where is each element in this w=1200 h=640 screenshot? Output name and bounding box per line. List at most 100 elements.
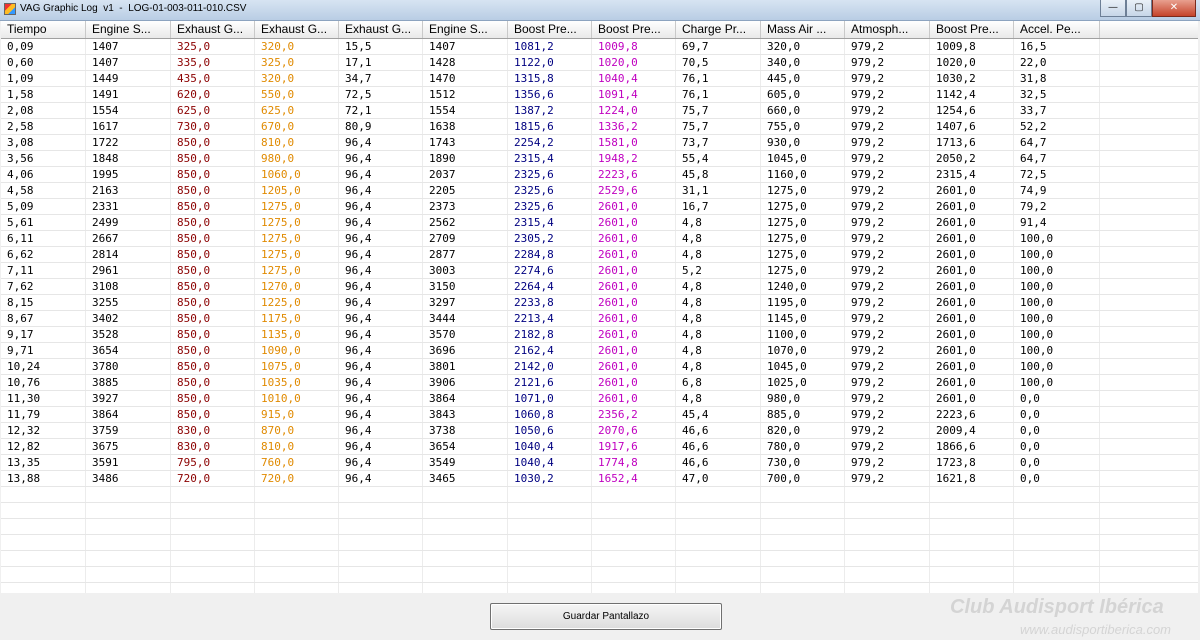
- table-row[interactable]: 11,30 3927 850,0 1010,0 96,4 3864 1071,0 2601,0…: [1, 391, 1198, 407]
- table-row[interactable]: 12,32 3759 830,0 870,0 96,4 3738 1050,6 2070,6 4…: [1, 423, 1198, 439]
- table-cell: 3801: [429, 360, 456, 373]
- table-row[interactable]: 8,15 3255 850,0 1225,0 96,4 3297 2233,8 2601,0 4…: [1, 295, 1198, 311]
- table-cell: 605,0: [767, 88, 801, 101]
- column-header[interactable]: Engine S...: [86, 21, 171, 38]
- table-row[interactable]: 3,08 1722 850,0 810,0 96,4 1743 2254,2 1581,0 73…: [1, 135, 1198, 151]
- table-cell: 979,2: [851, 72, 885, 85]
- table-row[interactable]: 10,76 3885 850,0 1035,0 96,4 3906 2121,6 2601,0…: [1, 375, 1198, 391]
- table-cell: 1009,8: [598, 40, 638, 53]
- table-cell: 6,11: [7, 232, 34, 245]
- table-cell: 1652,4: [598, 472, 638, 485]
- table-cell: 46,6: [682, 456, 709, 469]
- table-cell: 1449: [92, 72, 119, 85]
- table-cell: 1145,0: [767, 312, 807, 325]
- table-cell: 2274,6: [514, 264, 554, 277]
- table-cell: 4,8: [682, 344, 702, 357]
- table-cell: 2601,0: [598, 280, 638, 293]
- table-cell: 2601,0: [598, 200, 638, 213]
- table-cell: 1713,6: [936, 136, 976, 149]
- column-header[interactable]: Accel. Pe...: [1014, 21, 1100, 38]
- column-header[interactable]: Exhaust G...: [255, 21, 339, 38]
- table-row[interactable]: 6,62 2814 850,0 1275,0 96,4 2877 2284,8 2601,0 4…: [1, 247, 1198, 263]
- table-row[interactable]: 6,11 2667 850,0 1275,0 96,4 2709 2305,2 2601,0 4…: [1, 231, 1198, 247]
- log-data-grid[interactable]: Tiempo Engine S... Exhaust G... Exhaust G..…: [1, 21, 1198, 593]
- table-row[interactable]: 2,58 1617 730,0 670,0 80,9 1638 1815,6 1336,2 75…: [1, 119, 1198, 135]
- column-header[interactable]: Engine S...: [423, 21, 508, 38]
- table-cell: 2667: [92, 232, 119, 245]
- table-row[interactable]: 10,24 3780 850,0 1075,0 96,4 3801 2142,0 2601,0…: [1, 359, 1198, 375]
- column-header[interactable]: Boost Pre...: [930, 21, 1014, 38]
- table-row[interactable]: 4,06 1995 850,0 1060,0 96,4 2037 2325,6 2223,6 4…: [1, 167, 1198, 183]
- table-row[interactable]: 9,71 3654 850,0 1090,0 96,4 3696 2162,4 2601,0 4…: [1, 343, 1198, 359]
- close-button[interactable]: ✕: [1152, 0, 1196, 17]
- table-cell: 1407: [429, 40, 456, 53]
- table-cell: 2121,6: [514, 376, 554, 389]
- table-cell: 979,2: [851, 440, 885, 453]
- table-cell: 6,62: [7, 248, 34, 261]
- table-cell: 96,4: [345, 360, 372, 373]
- table-cell: 1275,0: [261, 232, 301, 245]
- table-cell: 850,0: [177, 200, 211, 213]
- table-cell: 96,4: [345, 328, 372, 341]
- table-row[interactable]: 3,56 1848 850,0 980,0 96,4 1890 2315,4 1948,2 55…: [1, 151, 1198, 167]
- table-cell: 4,8: [682, 280, 702, 293]
- table-cell: 1275,0: [767, 232, 807, 245]
- table-row[interactable]: 5,61 2499 850,0 1275,0 96,4 2562 2315,4 2601,0 4…: [1, 215, 1198, 231]
- table-cell: 2205: [429, 184, 456, 197]
- table-row[interactable]: 0,09 1407 325,0 320,0 15,5 1407 1081,2 1009,8 69…: [1, 39, 1198, 55]
- table-row[interactable]: 1,58 1491 620,0 550,0 72,5 1512 1356,6 1091,4 76…: [1, 87, 1198, 103]
- table-cell: 979,2: [851, 152, 885, 165]
- maximize-button[interactable]: ▢: [1126, 0, 1152, 17]
- table-cell: 670,0: [261, 120, 295, 133]
- table-cell: 720,0: [261, 472, 295, 485]
- table-row[interactable]: 13,88 3486 720,0 720,0 96,4 3465 1030,2 1652,4 4…: [1, 471, 1198, 487]
- column-header[interactable]: Charge Pr...: [676, 21, 761, 38]
- save-screenshot-button[interactable]: Guardar Pantallazo: [490, 603, 722, 630]
- grid-body: 0,09 1407 325,0 320,0 15,5 1407 1081,2 1009,8 69…: [1, 39, 1198, 593]
- table-row[interactable]: 12,82 3675 830,0 810,0 96,4 3654 1040,4 1917,6 4…: [1, 439, 1198, 455]
- table-row[interactable]: 7,11 2961 850,0 1275,0 96,4 3003 2274,6 2601,0 5…: [1, 263, 1198, 279]
- column-header[interactable]: Mass Air ...: [761, 21, 845, 38]
- table-cell: 3696: [429, 344, 456, 357]
- empty-row: [1, 551, 1198, 567]
- table-row[interactable]: 0,60 1407 335,0 325,0 17,1 1428 1122,0 1020,0 70…: [1, 55, 1198, 71]
- table-cell: 2163: [92, 184, 119, 197]
- table-row[interactable]: 9,17 3528 850,0 1135,0 96,4 3570 2182,8 2601,0 4…: [1, 327, 1198, 343]
- table-cell: 2601,0: [936, 184, 976, 197]
- title-bar[interactable]: VAG Graphic Log v1 - LOG-01-003-011-010.…: [0, 0, 1200, 21]
- table-cell: 1254,6: [936, 104, 976, 117]
- table-cell: 979,2: [851, 424, 885, 437]
- table-cell: 0,60: [7, 56, 34, 69]
- minimize-button[interactable]: —: [1100, 0, 1126, 17]
- table-row[interactable]: 8,67 3402 850,0 1175,0 96,4 3444 2213,4 2601,0 4…: [1, 311, 1198, 327]
- table-cell: 3402: [92, 312, 119, 325]
- table-cell: 2356,2: [598, 408, 638, 421]
- table-cell: 0,0: [1020, 456, 1040, 469]
- column-header[interactable]: Atmosph...: [845, 21, 930, 38]
- column-header[interactable]: Exhaust G...: [171, 21, 255, 38]
- column-header[interactable]: Tiempo: [1, 21, 86, 38]
- column-header[interactable]: Exhaust G...: [339, 21, 423, 38]
- table-cell: 100,0: [1020, 280, 1054, 293]
- column-header[interactable]: Boost Pre...: [592, 21, 676, 38]
- table-cell: 2373: [429, 200, 456, 213]
- table-row[interactable]: 2,08 1554 625,0 625,0 72,1 1554 1387,2 1224,0 75…: [1, 103, 1198, 119]
- table-row[interactable]: 7,62 3108 850,0 1270,0 96,4 3150 2264,4 2601,0 4…: [1, 279, 1198, 295]
- table-row[interactable]: 11,79 3864 850,0 915,0 96,4 3843 1060,8 2356,2 4…: [1, 407, 1198, 423]
- table-cell: 850,0: [177, 136, 211, 149]
- table-cell: 979,2: [851, 88, 885, 101]
- table-row[interactable]: 13,35 3591 795,0 760,0 96,4 3549 1040,4 1774,8 4…: [1, 455, 1198, 471]
- table-cell: 73,7: [682, 136, 709, 149]
- table-cell: 2601,0: [598, 328, 638, 341]
- column-header[interactable]: Boost Pre...: [508, 21, 592, 38]
- table-cell: 3297: [429, 296, 456, 309]
- window-controls: — ▢ ✕: [1100, 0, 1196, 18]
- table-cell: 1275,0: [767, 264, 807, 277]
- table-row[interactable]: 1,09 1449 435,0 320,0 34,7 1470 1315,8 1040,4 76…: [1, 71, 1198, 87]
- table-cell: 2601,0: [936, 264, 976, 277]
- table-cell: 755,0: [767, 120, 801, 133]
- table-row[interactable]: 4,58 2163 850,0 1205,0 96,4 2205 2325,6 2529,6 3…: [1, 183, 1198, 199]
- empty-row: [1, 535, 1198, 551]
- table-row[interactable]: 5,09 2331 850,0 1275,0 96,4 2373 2325,6 2601,0 1…: [1, 199, 1198, 215]
- maximize-icon: ▢: [1134, 2, 1144, 13]
